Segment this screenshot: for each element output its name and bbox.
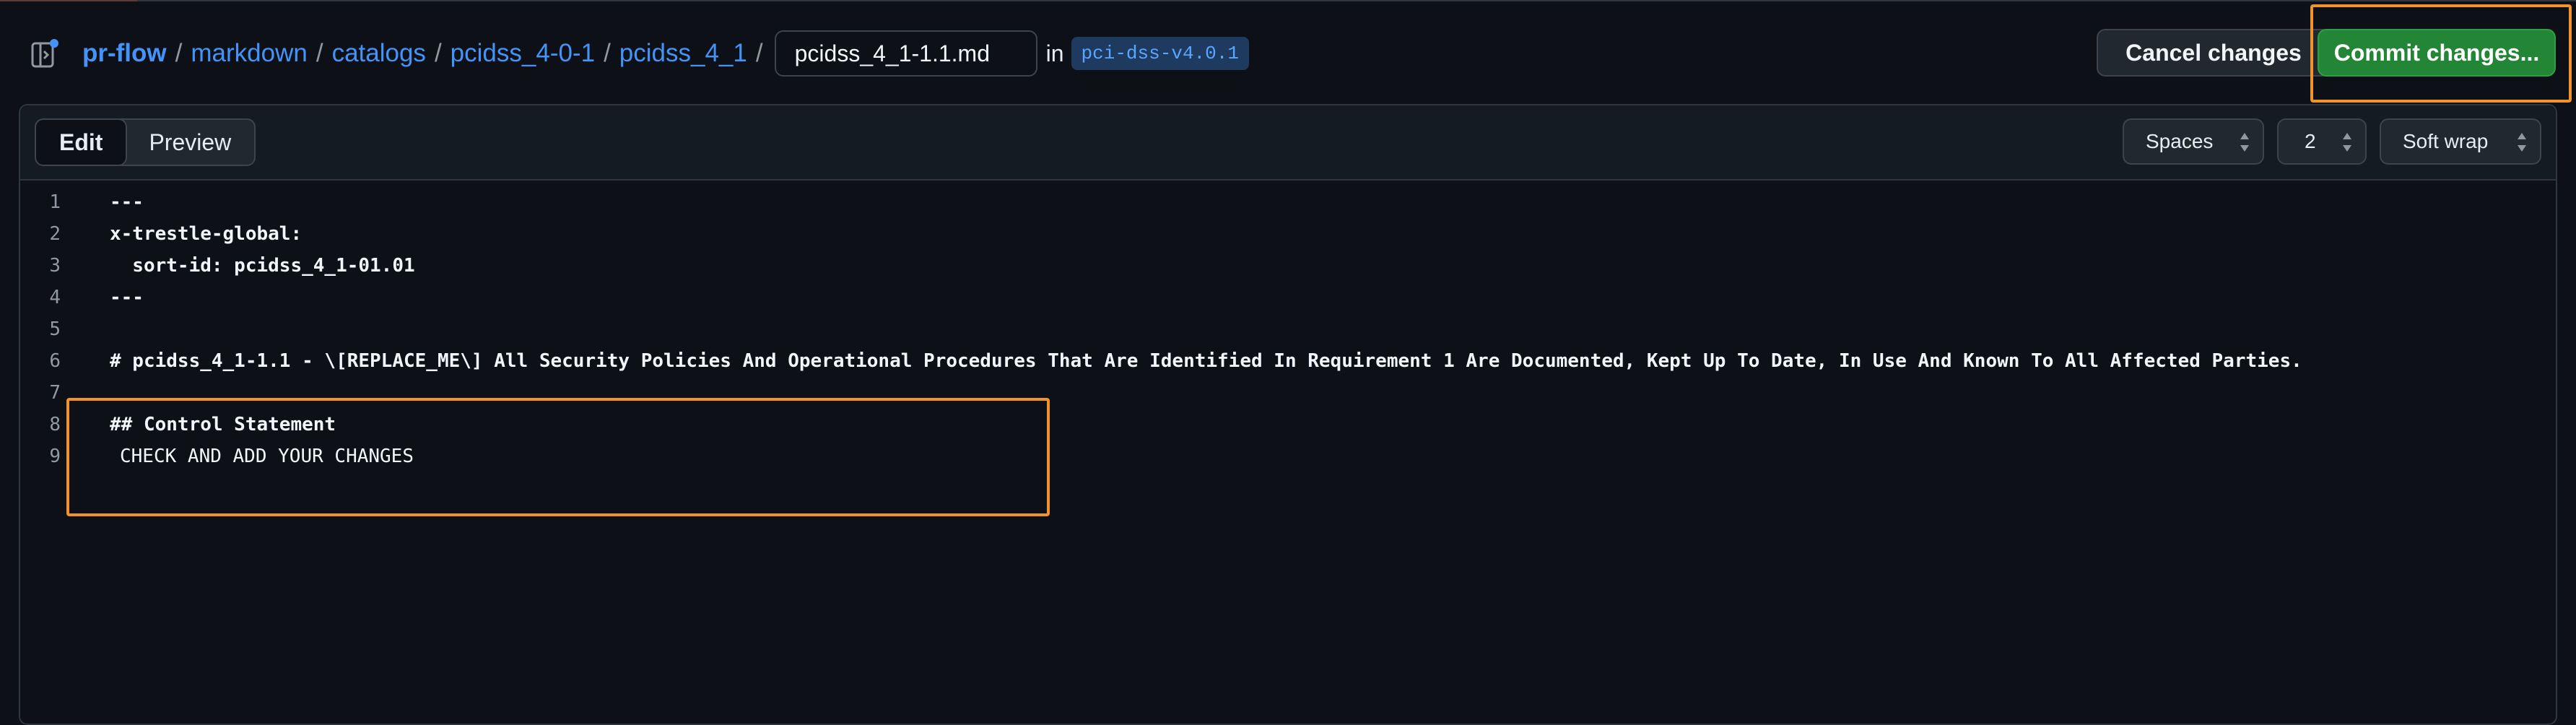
line-text: # pcidss_4_1-1.1 - \[REPLACE_ME\] All Se… — [110, 350, 2302, 372]
code-line[interactable]: 4 --- — [20, 282, 2556, 313]
line-text: CHECK AND ADD YOUR CHANGES — [120, 446, 414, 467]
chevron-up-down-icon — [2240, 133, 2249, 152]
line-number: 9 — [49, 446, 61, 467]
breadcrumb-folder-catalogs[interactable]: catalogs — [332, 39, 426, 68]
breadcrumb-separator: / — [175, 39, 183, 67]
editor-toolbar: Edit Preview Spaces 2 Soft wrap — [20, 105, 2556, 181]
chevron-up-down-icon — [2518, 133, 2526, 152]
code-line[interactable]: 1 --- — [20, 186, 2556, 218]
commit-changes-button[interactable]: Commit changes... — [2318, 29, 2556, 77]
line-number: 1 — [49, 191, 61, 213]
tab-edit[interactable]: Edit — [36, 120, 128, 165]
branch-in-label: in — [1045, 40, 1064, 66]
code-line[interactable]: 7 — [20, 377, 2556, 409]
code-line[interactable]: 9 CHECK AND ADD YOUR CHANGES — [20, 440, 2556, 472]
line-text: ## Control Statement — [110, 414, 336, 435]
line-text: sort-id: pcidss_4_1-01.01 — [110, 255, 415, 277]
breadcrumb-separator: / — [604, 39, 611, 67]
breadcrumb-separator: / — [755, 39, 763, 67]
cancel-changes-button[interactable]: Cancel changes — [2097, 29, 2331, 77]
breadcrumb-folder-pcidss-4-0-1[interactable]: pcidss_4-0-1 — [451, 39, 595, 68]
code-line[interactable]: 5 — [20, 313, 2556, 345]
branch-badge: pci-dss-v4.0.1 — [1071, 37, 1249, 70]
breadcrumb-separator: / — [434, 39, 442, 67]
indent-size-value: 2 — [2305, 130, 2316, 152]
line-number: 5 — [49, 318, 61, 340]
code-line[interactable]: 6 # pcidss_4_1-1.1 - \[REPLACE_ME\] All … — [20, 345, 2556, 377]
indent-size-select[interactable]: 2 — [2277, 118, 2367, 165]
chevron-up-down-icon — [2343, 133, 2351, 152]
breadcrumb-repo-link[interactable]: pr-flow — [82, 39, 167, 68]
editor-tabs: Edit Preview — [35, 118, 256, 166]
file-header: pr-flow / markdown / catalogs / pcidss_4… — [0, 1, 2576, 104]
line-number: 7 — [49, 382, 61, 404]
line-number: 2 — [49, 223, 61, 245]
wrap-mode-value: Soft wrap — [2403, 130, 2489, 152]
line-text: x-trestle-global: — [110, 223, 303, 245]
filename-input[interactable] — [774, 30, 1037, 77]
sidebar-expand-icon[interactable] — [30, 39, 61, 69]
indent-mode-value: Spaces — [2146, 130, 2214, 152]
breadcrumb-separator: / — [316, 39, 323, 67]
wrap-mode-select[interactable]: Soft wrap — [2380, 118, 2541, 165]
line-number: 8 — [49, 414, 61, 435]
line-text: --- — [110, 287, 144, 308]
breadcrumb-folder-markdown[interactable]: markdown — [191, 39, 307, 68]
line-number: 6 — [49, 350, 61, 372]
line-number: 3 — [49, 255, 61, 277]
line-number: 4 — [49, 287, 61, 308]
line-text: --- — [110, 191, 144, 213]
breadcrumb: pr-flow / markdown / catalogs / pcidss_4… — [82, 30, 1249, 77]
code-line[interactable]: 2 x-trestle-global: — [20, 218, 2556, 250]
code-editor-panel: Edit Preview Spaces 2 Soft wrap 1 --- 2 … — [19, 104, 2557, 725]
indent-mode-select[interactable]: Spaces — [2123, 118, 2264, 165]
tab-preview[interactable]: Preview — [126, 120, 254, 165]
code-line[interactable]: 8 ## Control Statement — [20, 409, 2556, 440]
code-line[interactable]: 3 sort-id: pcidss_4_1-01.01 — [20, 250, 2556, 282]
breadcrumb-folder-pcidss-4-1[interactable]: pcidss_4_1 — [619, 39, 747, 68]
